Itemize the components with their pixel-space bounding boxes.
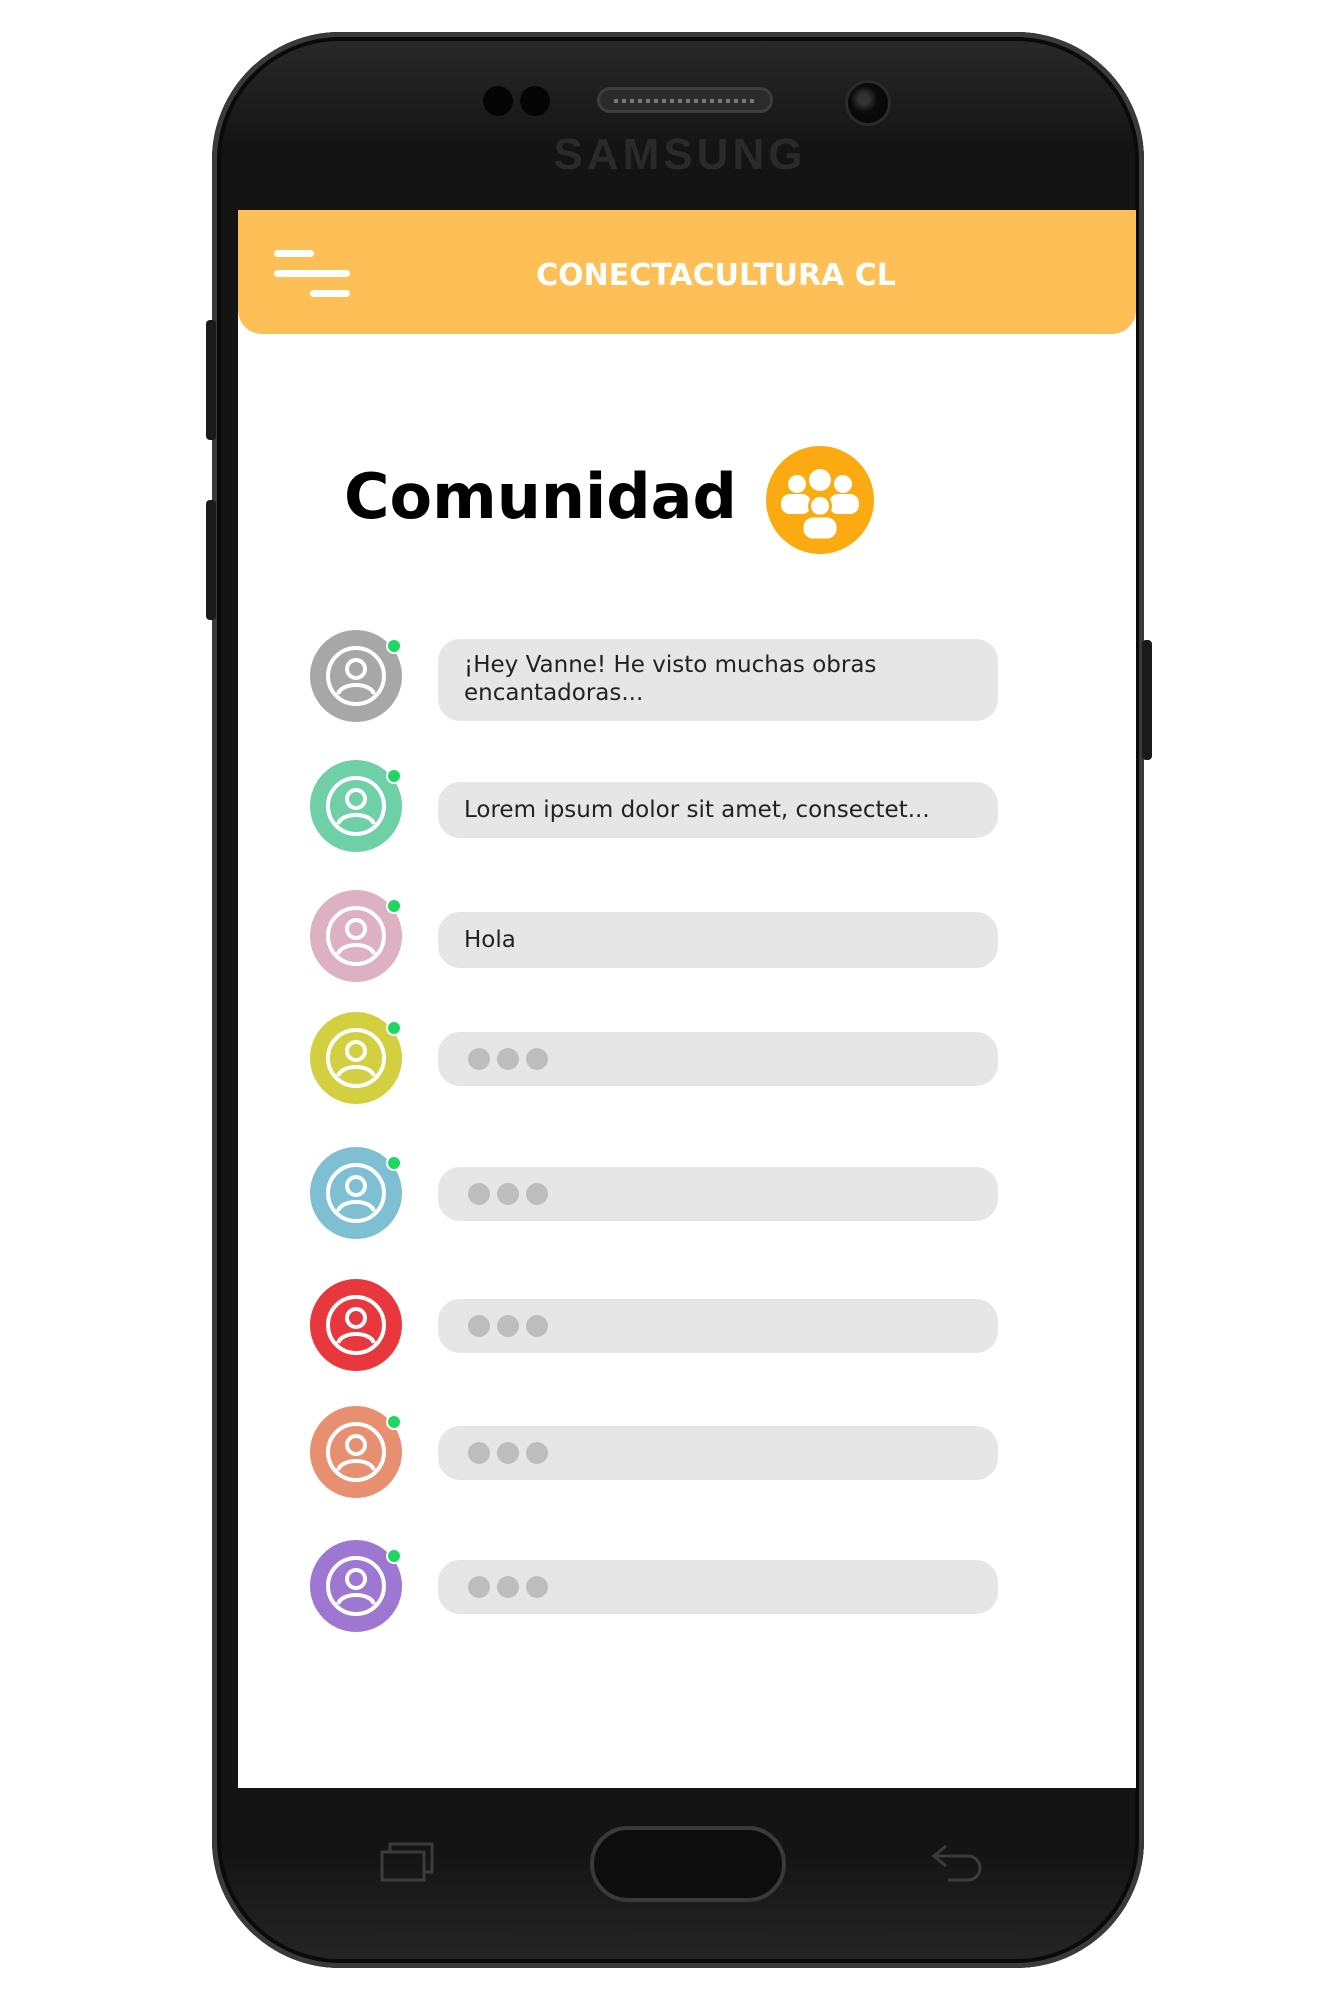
online-indicator	[386, 1155, 402, 1171]
chat-row[interactable]: ¡Hey Vanne! He visto muchas obras encant…	[310, 630, 1010, 730]
chat-row[interactable]: Lorem ipsum dolor sit amet, consectet...	[310, 760, 1010, 860]
message-text: Lorem ipsum dolor sit amet, consectet...	[464, 797, 930, 823]
user-icon	[326, 1422, 386, 1482]
message-preview[interactable]	[438, 1299, 998, 1353]
user-icon	[326, 1295, 386, 1355]
message-preview[interactable]	[438, 1560, 998, 1614]
message-preview[interactable]: Hola	[438, 912, 998, 968]
online-indicator	[386, 1414, 402, 1430]
message-preview[interactable]: Lorem ipsum dolor sit amet, consectet...	[438, 782, 998, 838]
power-button	[1142, 640, 1152, 760]
online-indicator	[386, 1548, 402, 1564]
user-icon	[326, 646, 386, 706]
message-preview[interactable]	[438, 1167, 998, 1221]
user-icon	[326, 776, 386, 836]
user-icon	[326, 1028, 386, 1088]
message-preview[interactable]	[438, 1426, 998, 1480]
bixby-button	[206, 500, 216, 620]
typing-indicator	[464, 1440, 972, 1466]
message-text: ¡Hey Vanne! He visto muchas obras encant…	[464, 652, 877, 706]
community-icon	[766, 446, 874, 554]
message-preview[interactable]: ¡Hey Vanne! He visto muchas obras encant…	[438, 639, 998, 721]
typing-indicator	[464, 1313, 972, 1339]
page-title: Comunidad	[344, 460, 737, 533]
earpiece-speaker	[597, 87, 773, 113]
typing-indicator	[464, 1574, 972, 1600]
user-icon	[326, 1556, 386, 1616]
user-icon	[326, 1163, 386, 1223]
brand-logo: SAMSUNG	[553, 130, 807, 179]
message-text: Hola	[464, 927, 516, 953]
app-screen: CONECTACULTURA CL Comunidad ¡Hey Vanne! …	[238, 210, 1136, 1788]
typing-indicator	[464, 1181, 972, 1207]
volume-button	[206, 320, 216, 440]
front-camera	[845, 80, 891, 126]
chat-row[interactable]: Hola	[310, 890, 1010, 990]
back-icon[interactable]	[930, 1842, 984, 1882]
menu-icon[interactable]	[274, 246, 350, 302]
light-sensor	[520, 86, 550, 116]
home-button[interactable]	[590, 1826, 786, 1902]
avatar[interactable]	[310, 1279, 402, 1371]
online-indicator	[386, 1020, 402, 1036]
proximity-sensor	[483, 86, 513, 116]
chat-row[interactable]	[310, 1012, 1010, 1112]
online-indicator	[386, 768, 402, 784]
chat-row[interactable]	[310, 1540, 1010, 1640]
chat-row[interactable]	[310, 1406, 1010, 1506]
message-preview[interactable]	[438, 1032, 998, 1086]
app-title: CONECTACULTURA CL	[536, 258, 896, 293]
chat-row[interactable]	[310, 1279, 1010, 1379]
online-indicator	[386, 898, 402, 914]
app-bar: CONECTACULTURA CL	[238, 210, 1136, 334]
chat-row[interactable]	[310, 1147, 1010, 1247]
recent-apps-icon[interactable]	[380, 1842, 434, 1882]
online-indicator	[386, 638, 402, 654]
user-icon	[326, 906, 386, 966]
typing-indicator	[464, 1046, 972, 1072]
